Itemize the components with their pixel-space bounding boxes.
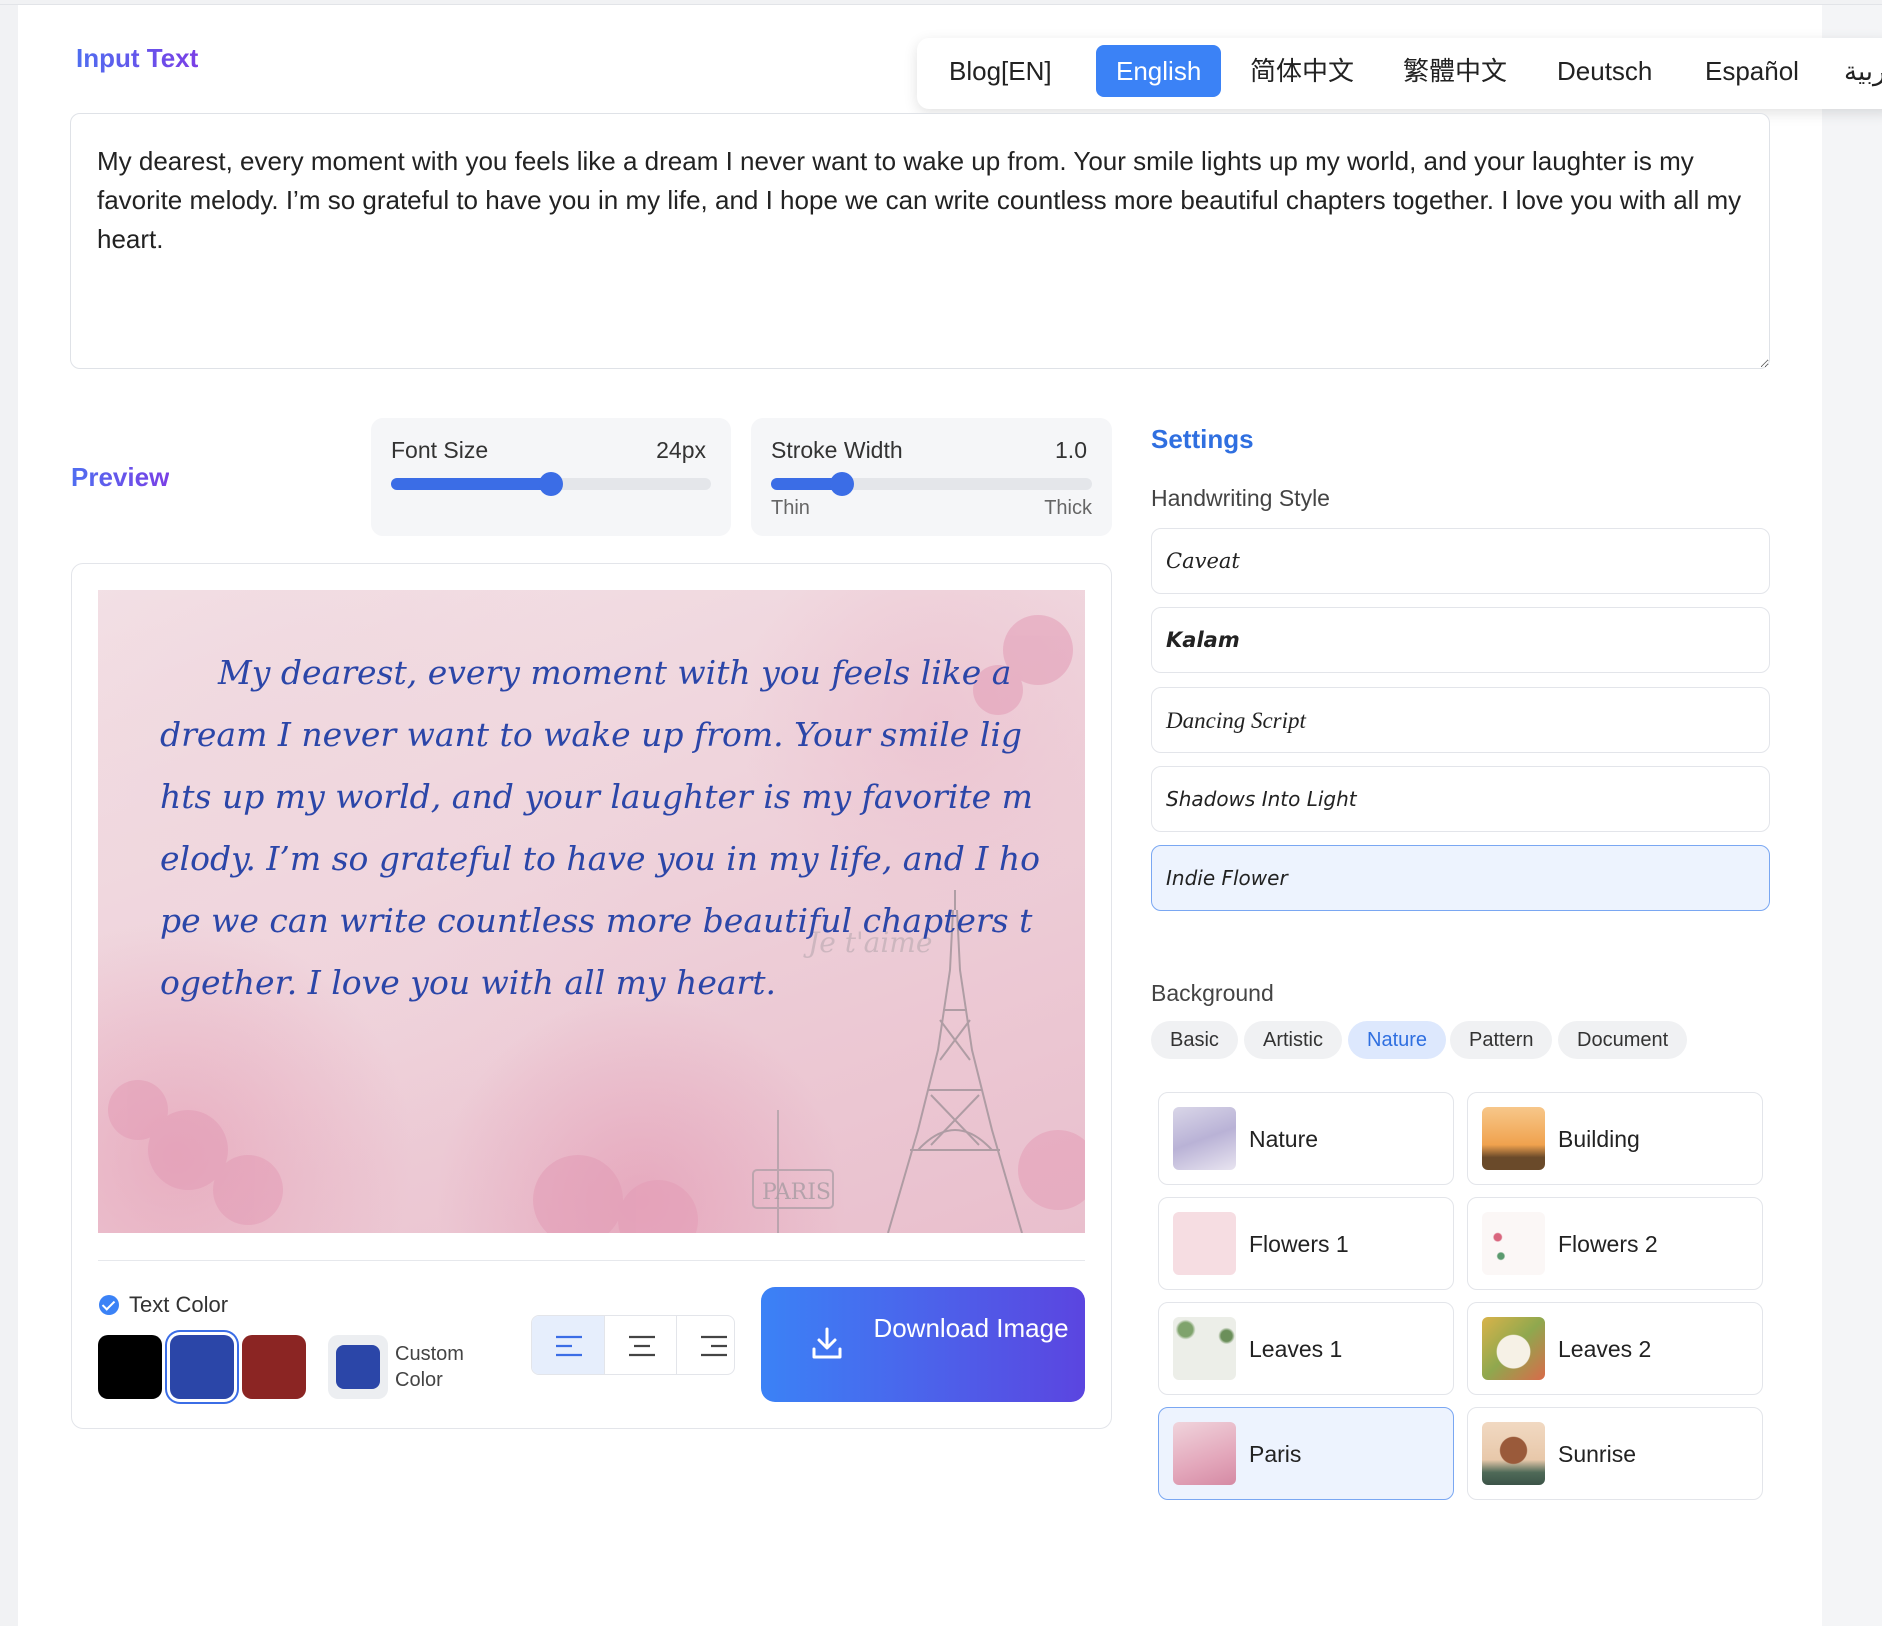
bg-option-label: Paris	[1249, 1441, 1302, 1467]
lang-blog-en[interactable]: Blog[EN]	[929, 45, 1072, 97]
preview-handwritten-text: My dearest, every moment with you feels …	[160, 653, 1040, 1002]
page-gutter	[1822, 5, 1882, 1626]
font-size-slider[interactable]	[391, 472, 711, 496]
bg-option-flowers-2[interactable]: Flowers 2	[1467, 1197, 1763, 1290]
bg-option-sunrise[interactable]: Sunrise	[1467, 1407, 1763, 1500]
font-option-label: Indie Flower	[1166, 866, 1288, 890]
font-option-label: Caveat	[1166, 549, 1240, 573]
stroke-width-slider-thumb[interactable]	[830, 472, 854, 496]
preview-divider	[98, 1260, 1085, 1261]
lang-simplified-chinese[interactable]: 简体中文	[1230, 45, 1374, 97]
bg-thumbnail	[1482, 1317, 1545, 1380]
settings-title: Settings	[1151, 424, 1254, 454]
text-input[interactable]: My dearest, every moment with you feels …	[70, 113, 1770, 369]
bg-option-label: Nature	[1249, 1126, 1319, 1152]
color-swatch-red[interactable]	[242, 1335, 306, 1399]
color-swatch-black[interactable]	[98, 1335, 162, 1399]
bg-thumbnail	[1173, 1422, 1236, 1485]
bg-option-flowers-1[interactable]: Flowers 1	[1158, 1197, 1454, 1290]
align-left-icon	[556, 1335, 582, 1357]
font-size-label: Font Size	[391, 437, 489, 463]
bg-tab-nature[interactable]: Nature	[1348, 1021, 1447, 1059]
custom-color-preview	[336, 1345, 380, 1389]
stroke-thin-label: Thin	[771, 497, 810, 519]
preview-canvas: PARIS Je t'aime My dearest, every moment…	[98, 590, 1085, 1233]
custom-color-label: Custom Color	[395, 1343, 464, 1391]
bg-thumbnail	[1482, 1422, 1545, 1485]
bg-tab-document[interactable]: Document	[1558, 1021, 1688, 1059]
font-option-shadows-into-light[interactable]: Shadows Into Light	[1151, 766, 1770, 832]
bg-option-label: Leaves 1	[1249, 1336, 1343, 1362]
lang-arabic[interactable]: العربية	[1824, 45, 1882, 97]
bg-option-leaves-1[interactable]: Leaves 1	[1158, 1302, 1454, 1395]
bg-thumbnail	[1173, 1107, 1236, 1170]
lang-traditional-chinese[interactable]: 繁體中文	[1383, 45, 1527, 97]
stroke-width-value: 1.0	[1055, 437, 1087, 463]
handwriting-style-label: Handwriting Style	[1151, 485, 1330, 511]
align-center-icon	[629, 1335, 655, 1357]
bg-tab-artistic[interactable]: Artistic	[1244, 1021, 1342, 1059]
language-bar: Blog[EN] English 简体中文 繁體中文 Deutsch Españ…	[917, 38, 1882, 109]
bg-option-label: Building	[1558, 1126, 1640, 1152]
bg-option-label: Sunrise	[1558, 1441, 1636, 1467]
background-label: Background	[1151, 980, 1274, 1006]
stroke-width-slider[interactable]	[771, 472, 1092, 496]
align-left-button[interactable]	[532, 1316, 604, 1374]
align-right-icon	[701, 1335, 727, 1357]
lang-deutsch[interactable]: Deutsch	[1537, 45, 1672, 97]
check-icon	[99, 1295, 119, 1315]
font-size-slider-fill	[391, 478, 551, 490]
text-color-label: Text Color	[129, 1292, 229, 1317]
stroke-width-label: Stroke Width	[771, 437, 903, 463]
font-option-label: Kalam	[1166, 628, 1240, 652]
bg-option-building[interactable]: Building	[1467, 1092, 1763, 1185]
font-size-slider-thumb[interactable]	[539, 472, 563, 496]
font-option-caveat[interactable]: Caveat	[1151, 528, 1770, 594]
custom-color-picker[interactable]	[328, 1335, 388, 1399]
font-option-label: Dancing Script	[1166, 708, 1306, 733]
lang-english[interactable]: English	[1096, 45, 1222, 97]
bg-option-paris[interactable]: Paris	[1158, 1407, 1454, 1500]
download-label: Download Image	[873, 1313, 1069, 1343]
align-center-button[interactable]	[604, 1316, 676, 1374]
font-option-indie-flower[interactable]: Indie Flower	[1151, 845, 1770, 911]
bg-option-label: Flowers 2	[1558, 1231, 1658, 1257]
bg-option-leaves-2[interactable]: Leaves 2	[1467, 1302, 1763, 1395]
download-image-button[interactable]: Download Image	[761, 1287, 1085, 1402]
font-option-kalam[interactable]: Kalam	[1151, 607, 1770, 673]
font-option-dancing-script[interactable]: Dancing Script	[1151, 687, 1770, 753]
preview-title: Preview	[71, 462, 170, 492]
bg-thumbnail	[1482, 1107, 1545, 1170]
color-swatch-blue[interactable]	[170, 1335, 234, 1399]
bg-thumbnail	[1482, 1212, 1545, 1275]
bg-tab-pattern[interactable]: Pattern	[1450, 1021, 1553, 1059]
bg-option-nature[interactable]: Nature	[1158, 1092, 1454, 1185]
bg-thumbnail	[1173, 1317, 1236, 1380]
stroke-thick-label: Thick	[1044, 497, 1092, 519]
download-icon	[812, 1327, 842, 1359]
font-size-value: 24px	[656, 437, 706, 463]
bg-option-label: Leaves 2	[1558, 1336, 1652, 1362]
align-right-button[interactable]	[676, 1316, 734, 1374]
lang-espanol[interactable]: Español	[1685, 45, 1819, 97]
bg-option-label: Flowers 1	[1249, 1231, 1349, 1257]
alignment-group	[531, 1315, 735, 1375]
input-text-title: Input Text	[76, 43, 199, 73]
stroke-width-card: Stroke Width 1.0 Thin Thick	[751, 418, 1112, 536]
bg-tab-basic[interactable]: Basic	[1151, 1021, 1238, 1059]
bg-thumbnail	[1173, 1212, 1236, 1275]
font-option-label: Shadows Into Light	[1166, 787, 1357, 811]
paris-sign-text: PARIS	[762, 1180, 831, 1205]
